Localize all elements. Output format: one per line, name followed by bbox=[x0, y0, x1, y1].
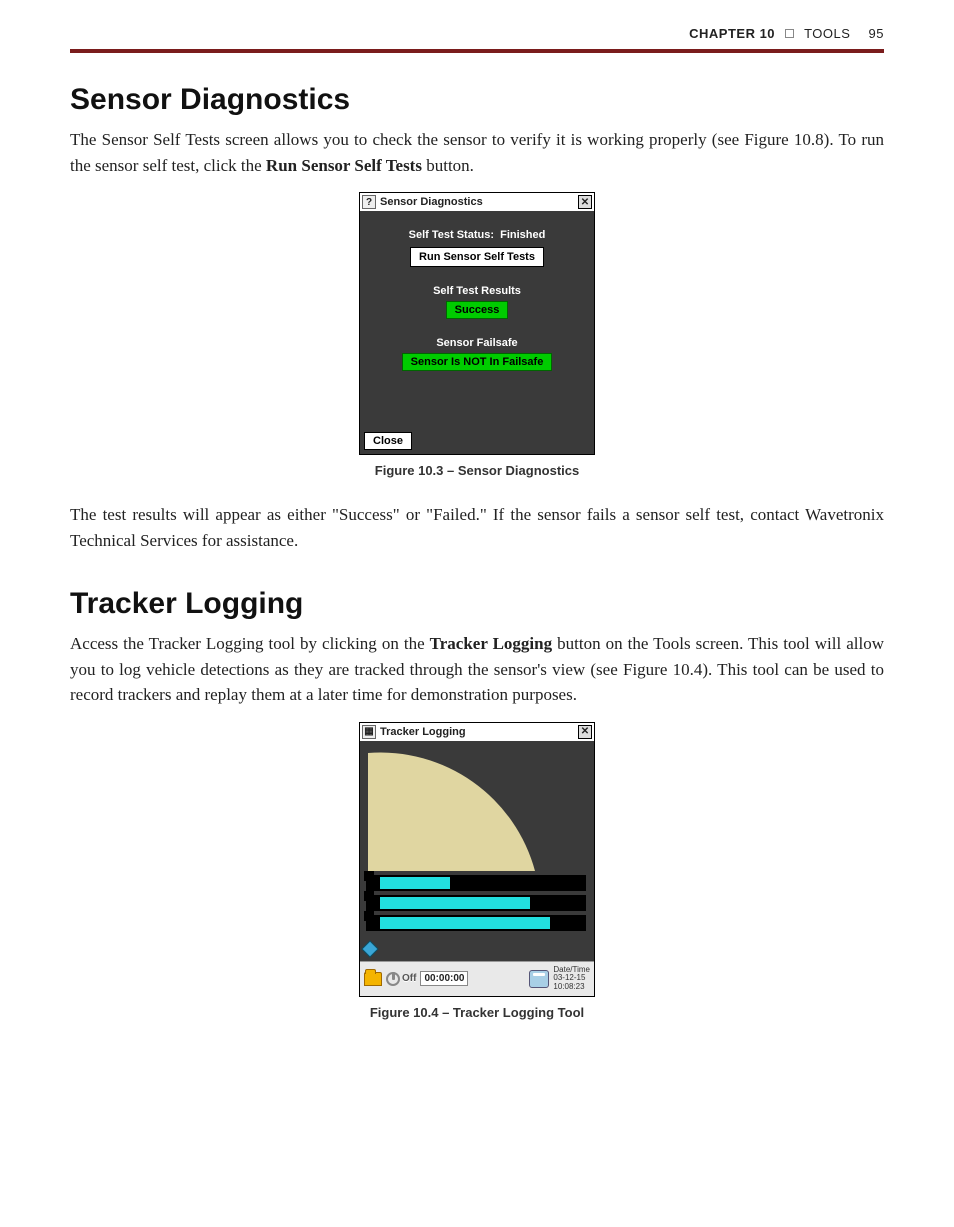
sensor-diagnostics-dialog: ? Sensor Diagnostics ✕ Self Test Status:… bbox=[359, 192, 595, 455]
tracker-canvas bbox=[360, 741, 594, 961]
power-icon bbox=[386, 972, 400, 986]
chapter-label: CHAPTER 10 bbox=[689, 26, 775, 41]
dialog-footer: Close bbox=[360, 427, 594, 454]
dialog-titlebar: ? Sensor Diagnostics ✕ bbox=[360, 193, 594, 211]
close-icon[interactable]: ✕ bbox=[578, 725, 592, 739]
heading-sensor-diagnostics: Sensor Diagnostics bbox=[70, 83, 884, 117]
lane-marker bbox=[364, 891, 374, 901]
bold-run-sensor: Run Sensor Self Tests bbox=[266, 156, 422, 175]
dialog-titlebar: ▦ Tracker Logging ✕ bbox=[360, 723, 594, 741]
save-disk-icon[interactable] bbox=[529, 970, 549, 988]
self-test-status-row: Self Test Status: Finished bbox=[368, 229, 586, 241]
failsafe-value-badge: Sensor Is NOT In Failsafe bbox=[402, 353, 553, 371]
lane-marker bbox=[364, 871, 374, 881]
close-icon[interactable]: ✕ bbox=[578, 195, 592, 209]
off-label: Off bbox=[402, 973, 416, 984]
section-label: TOOLS bbox=[804, 26, 850, 41]
sensor-failsafe-group: Sensor Failsafe Sensor Is NOT In Failsaf… bbox=[368, 337, 586, 371]
results-label: Self Test Results bbox=[368, 285, 586, 297]
radar-view bbox=[360, 741, 594, 961]
para-tracker-intro: Access the Tracker Logging tool by click… bbox=[70, 631, 884, 708]
close-button[interactable]: Close bbox=[364, 432, 412, 450]
time-value: 10:08:23 bbox=[553, 983, 590, 992]
run-sensor-self-tests-button[interactable]: Run Sensor Self Tests bbox=[410, 247, 544, 267]
recording-toggle[interactable]: Off bbox=[386, 972, 416, 986]
self-test-results-group: Self Test Results Success bbox=[368, 285, 586, 319]
lane-marker bbox=[364, 911, 374, 921]
tracker-toolbar: Off 00:00:00 Date/Time 03-12-15 10:08:23 bbox=[360, 961, 594, 996]
detection-bar bbox=[380, 897, 530, 909]
dialog-title: Sensor Diagnostics bbox=[380, 196, 483, 208]
figure-caption-10-4: Figure 10.4 – Tracker Logging Tool bbox=[70, 1005, 884, 1020]
help-icon[interactable]: ? bbox=[362, 195, 376, 209]
datetime-block: Date/Time 03-12-15 10:08:23 bbox=[553, 966, 590, 992]
status-label: Self Test Status: bbox=[409, 229, 494, 241]
dialog-title: Tracker Logging bbox=[380, 726, 466, 738]
figure-caption-10-3: Figure 10.3 – Sensor Diagnostics bbox=[70, 463, 884, 478]
radar-wedge bbox=[368, 752, 535, 870]
bold-tracker-logging: Tracker Logging bbox=[430, 634, 552, 653]
sensor-icon bbox=[362, 941, 378, 957]
detection-bar bbox=[380, 917, 550, 929]
page-number: 95 bbox=[869, 26, 884, 41]
para-test-results: The test results will appear as either "… bbox=[70, 502, 884, 553]
tracker-logging-dialog: ▦ Tracker Logging ✕ Off 00 bbox=[359, 722, 595, 997]
para-text: The Sensor Self Tests screen allows you … bbox=[70, 130, 884, 175]
para-text: Access the Tracker Logging tool by click… bbox=[70, 634, 430, 653]
dialog-body: Self Test Status: Finished Run Sensor Se… bbox=[360, 211, 594, 427]
detection-bar bbox=[380, 877, 450, 889]
heading-tracker-logging: Tracker Logging bbox=[70, 587, 884, 621]
open-folder-icon[interactable] bbox=[364, 972, 382, 986]
grid-icon[interactable]: ▦ bbox=[362, 725, 376, 739]
failsafe-label: Sensor Failsafe bbox=[368, 337, 586, 349]
para-text: button. bbox=[422, 156, 474, 175]
page-header: CHAPTER 10 TOOLS 95 bbox=[70, 20, 884, 53]
status-value: Finished bbox=[500, 229, 545, 241]
results-value-badge: Success bbox=[446, 301, 509, 319]
elapsed-time: 00:00:00 bbox=[420, 971, 468, 986]
para-sensor-intro: The Sensor Self Tests screen allows you … bbox=[70, 127, 884, 178]
header-square-icon bbox=[785, 29, 794, 38]
